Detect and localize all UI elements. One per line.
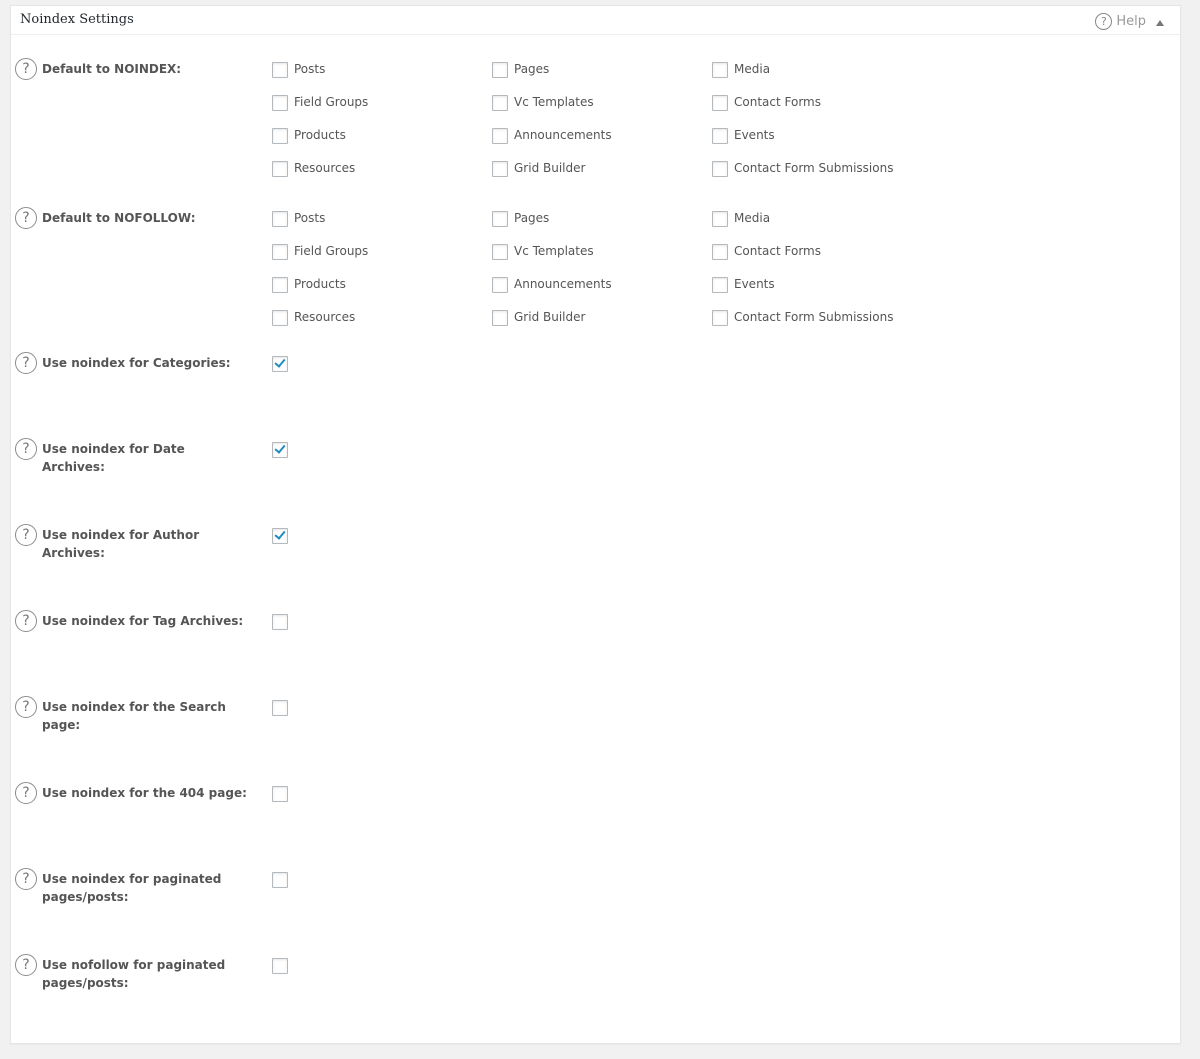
question-mark-icon[interactable]: ?: [15, 207, 37, 229]
option-label: Resources: [294, 161, 356, 175]
setting-label: Use noindex for the 404 page:: [42, 786, 247, 800]
option-label: Vc Templates: [514, 95, 594, 109]
setting-label: Default to NOINDEX:: [42, 62, 182, 76]
question-mark-icon[interactable]: ?: [15, 696, 37, 718]
option-checkbox[interactable]: [712, 277, 728, 293]
option-checkbox[interactable]: [272, 244, 288, 260]
option-label: Products: [294, 128, 346, 142]
option-label: Announcements: [514, 277, 612, 291]
option-checkbox[interactable]: [492, 128, 508, 144]
option-label: Contact Forms: [734, 95, 821, 109]
setting-label: Use noindex for Tag Archives:: [42, 614, 244, 628]
option-checkbox[interactable]: [712, 161, 728, 177]
option-checkbox[interactable]: [492, 95, 508, 111]
option-label: Pages: [514, 211, 550, 225]
option-checkbox[interactable]: [712, 244, 728, 260]
question-mark-icon[interactable]: ?: [15, 524, 37, 546]
setting-checkbox[interactable]: [272, 442, 288, 458]
option-label: Field Groups: [294, 95, 369, 109]
setting-checkbox[interactable]: [272, 958, 288, 974]
option-label: Posts: [294, 211, 326, 225]
panel-title: Noindex Settings: [20, 12, 134, 27]
option-checkbox[interactable]: [712, 95, 728, 111]
question-mark-icon[interactable]: ?: [15, 58, 37, 80]
option-label: Posts: [294, 62, 326, 76]
setting-checkbox[interactable]: [272, 528, 288, 544]
question-mark-icon[interactable]: ?: [15, 438, 37, 460]
option-label: Announcements: [514, 128, 612, 142]
setting-label: Use noindex for Author Archives:: [42, 528, 200, 560]
option-checkbox[interactable]: [712, 310, 728, 326]
option-label: Contact Forms: [734, 244, 821, 258]
setting-checkbox[interactable]: [272, 786, 288, 802]
option-label: Media: [734, 62, 771, 76]
option-checkbox[interactable]: [492, 277, 508, 293]
option-label: Contact Form Submissions: [734, 310, 894, 324]
setting-label: Use noindex for Date Archives:: [42, 442, 185, 474]
option-checkbox[interactable]: [712, 62, 728, 78]
option-checkbox[interactable]: [492, 211, 508, 227]
help-button[interactable]: ? Help: [1095, 12, 1146, 30]
option-label: Field Groups: [294, 244, 369, 258]
option-label: Events: [734, 277, 775, 291]
setting-label: Use noindex for paginated pages/posts:: [42, 872, 222, 904]
option-label: Contact Form Submissions: [734, 161, 894, 175]
option-checkbox[interactable]: [492, 310, 508, 326]
option-checkbox[interactable]: [492, 244, 508, 260]
option-checkbox[interactable]: [492, 62, 508, 78]
option-label: Pages: [514, 62, 550, 76]
help-label: Help: [1116, 13, 1146, 29]
question-mark-icon[interactable]: ?: [15, 352, 37, 374]
option-checkbox[interactable]: [272, 161, 288, 177]
option-checkbox[interactable]: [272, 310, 288, 326]
setting-label: Default to NOFOLLOW:: [42, 211, 196, 225]
option-checkbox[interactable]: [492, 161, 508, 177]
question-mark-icon[interactable]: ?: [15, 868, 37, 890]
option-checkbox[interactable]: [712, 211, 728, 227]
question-mark-icon[interactable]: ?: [15, 782, 37, 804]
option-checkbox[interactable]: [272, 95, 288, 111]
setting-label: Use noindex for the Search page:: [42, 700, 226, 732]
setting-label: Use noindex for Categories:: [42, 356, 231, 370]
option-checkbox[interactable]: [272, 128, 288, 144]
noindex-settings-panel: Noindex Settings ? Help ? Default to NOIN…: [10, 5, 1181, 1044]
option-label: Resources: [294, 310, 356, 324]
setting-checkbox[interactable]: [272, 700, 288, 716]
option-checkbox[interactable]: [712, 128, 728, 144]
question-mark-icon[interactable]: ?: [15, 954, 37, 976]
setting-checkbox[interactable]: [272, 356, 288, 372]
option-label: Events: [734, 128, 775, 142]
panel-header: Noindex Settings ? Help: [11, 6, 1180, 35]
setting-checkbox[interactable]: [272, 614, 288, 630]
option-label: Products: [294, 277, 346, 291]
option-label: Grid Builder: [514, 161, 586, 175]
collapse-toggle-icon[interactable]: [1156, 20, 1164, 26]
option-label: Vc Templates: [514, 244, 594, 258]
option-checkbox[interactable]: [272, 211, 288, 227]
option-checkbox[interactable]: [272, 62, 288, 78]
setting-checkbox[interactable]: [272, 872, 288, 888]
option-label: Grid Builder: [514, 310, 586, 324]
option-checkbox[interactable]: [272, 277, 288, 293]
setting-label: Use nofollow for paginated pages/posts:: [42, 958, 226, 990]
question-mark-icon[interactable]: ?: [15, 610, 37, 632]
help-icon: ?: [1095, 12, 1113, 30]
option-label: Media: [734, 211, 771, 225]
